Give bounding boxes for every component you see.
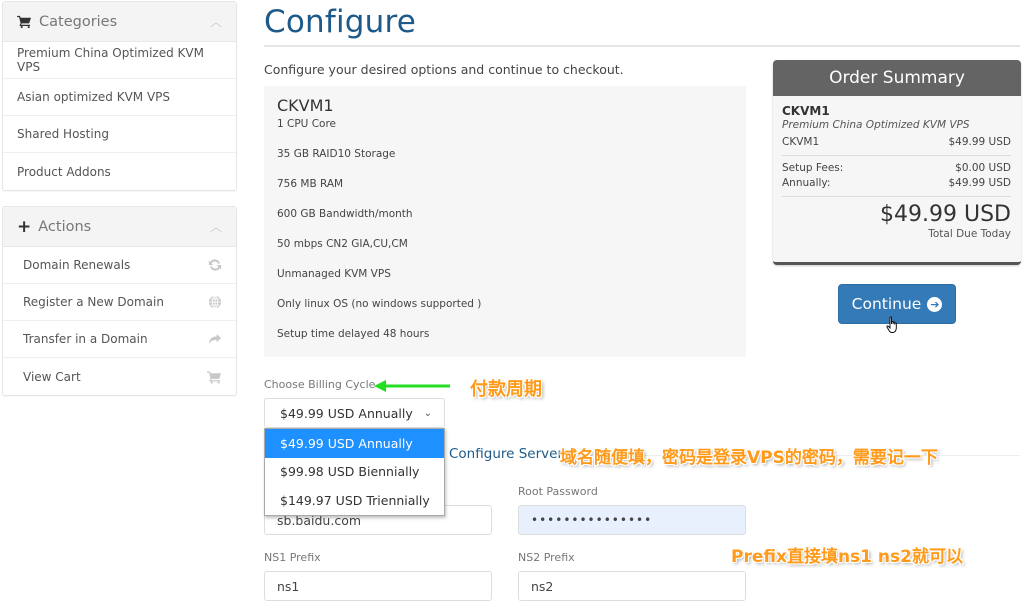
actions-panel: + Actions ︿ Domain Renewals Register a N… [2, 206, 237, 396]
chevron-down-icon: ⌄ [423, 407, 432, 419]
page-title: Configure [264, 4, 417, 40]
summary-product-group: Premium China Optimized KVM VPS [782, 119, 970, 131]
sidebar-item-label: Asian optimized KVM VPS [17, 90, 171, 104]
summary-setup-fees: Setup Fees: $0.00 USD [782, 161, 1011, 176]
chevron-up-icon[interactable]: ︿ [210, 13, 222, 30]
sidebar-item-transfer-domain[interactable]: Transfer in a Domain [3, 321, 236, 358]
billing-option-triennially[interactable]: $149.97 USD Triennially [265, 486, 444, 515]
ns1-prefix-value: ns1 [277, 578, 300, 594]
billing-cycle-selected-value: $49.99 USD Annually [280, 405, 413, 421]
annotation-server-note: 域名随便填，密码是登录VPS的密码，需要记一下 [560, 448, 938, 468]
sidebar-item-label: Shared Hosting [17, 127, 109, 141]
cycle-label: Annually: [782, 177, 831, 189]
arrow-circle-right-icon: ➔ [927, 296, 943, 312]
sidebar-item-label: Product Addons [17, 164, 111, 179]
product-feature: 756 MB RAM [277, 178, 344, 190]
billing-cycle-label: Choose Billing Cycle [264, 378, 376, 391]
root-password-value: ••••••••••••••• [531, 513, 653, 527]
product-info-box: CKVM1 1 CPU Core 35 GB RAID10 Storage 75… [264, 86, 746, 357]
sidebar-item-view-cart[interactable]: View Cart [3, 358, 236, 395]
shopping-cart-icon [17, 15, 32, 28]
sidebar-item-label: Register a New Domain [23, 295, 164, 309]
chevron-up-icon[interactable]: ︿ [210, 218, 222, 235]
line-item-label: CKVM1 [782, 136, 820, 148]
billing-option-biennially[interactable]: $99.98 USD Biennially [265, 458, 444, 487]
product-feature: Setup time delayed 48 hours [277, 328, 430, 340]
hand-pointer-cursor-icon [886, 316, 900, 337]
summary-total: $49.99 USD [880, 202, 1011, 227]
sidebar-item-label: Transfer in a Domain [23, 332, 148, 346]
billing-cycle-select[interactable]: $49.99 USD Annually ⌄ [264, 398, 445, 428]
setup-fees-label: Setup Fees: [782, 162, 844, 174]
annotation-billing-note: 付款周期 [470, 379, 542, 400]
annotation-prefix-note: Prefix直接填ns1 ns2就可以 [731, 547, 963, 567]
globe-icon [208, 295, 222, 309]
actions-title: Actions [38, 218, 92, 235]
summary-divider [782, 155, 1011, 156]
categories-title: Categories [39, 13, 118, 30]
share-arrow-icon [208, 333, 222, 345]
ns1-prefix-input[interactable]: ns1 [264, 571, 492, 601]
order-summary: Order Summary CKVM1 Premium China Optimi… [773, 60, 1021, 265]
sidebar-item-label: View Cart [23, 369, 81, 384]
sidebar-item-product-addons[interactable]: Product Addons [3, 153, 236, 190]
setup-fees-value: $0.00 USD [955, 162, 1011, 174]
summary-product-name: CKVM1 [782, 104, 830, 118]
continue-label: Continue [851, 295, 922, 313]
annotation-arrow-icon [374, 380, 450, 392]
intro-text: Configure your desired options and conti… [264, 62, 624, 77]
ns2-prefix-input[interactable]: ns2 [518, 571, 746, 601]
ns2-prefix-value: ns2 [531, 578, 554, 594]
configure-server-title: Configure Server [449, 446, 563, 462]
root-password-input[interactable]: ••••••••••••••• [518, 505, 746, 535]
product-feature: 50 mbps CN2 GIA,CU,CM [277, 238, 408, 250]
ns1-prefix-label: NS1 Prefix [264, 551, 321, 564]
product-feature: 600 GB Bandwidth/month [277, 208, 413, 220]
sidebar-item-premium-china-kvm[interactable]: Premium China Optimized KVM VPS [3, 42, 236, 79]
summary-line-item: CKVM1 $49.99 USD [782, 135, 1011, 150]
shopping-cart-icon [207, 370, 222, 384]
product-feature: 1 CPU Core [277, 118, 337, 130]
categories-panel-header[interactable]: Categories ︿ [3, 2, 236, 42]
sidebar-item-shared-hosting[interactable]: Shared Hosting [3, 116, 236, 153]
product-feature: Unmanaged KVM VPS [277, 268, 391, 280]
summary-total-caption: Total Due Today [928, 228, 1011, 240]
sidebar-item-asian-kvm[interactable]: Asian optimized KVM VPS [3, 79, 236, 116]
sidebar-item-domain-renewals[interactable]: Domain Renewals [3, 247, 236, 284]
root-password-label: Root Password [518, 485, 598, 498]
ns2-prefix-label: NS2 Prefix [518, 551, 575, 564]
categories-panel: Categories ︿ Premium China Optimized KVM… [2, 1, 237, 191]
product-name: CKVM1 [277, 96, 334, 115]
billing-option-annually[interactable]: $49.99 USD Annually [265, 429, 444, 458]
product-feature: 35 GB RAID10 Storage [277, 148, 396, 160]
sidebar-item-label: Premium China Optimized KVM VPS [17, 46, 204, 74]
summary-billing-cycle: Annually: $49.99 USD [782, 176, 1011, 191]
plus-icon: + [17, 216, 32, 237]
title-divider [264, 45, 1020, 47]
actions-panel-header[interactable]: + Actions ︿ [3, 207, 236, 247]
line-item-price: $49.99 USD [948, 136, 1011, 148]
product-feature: Only linux OS (no windows supported ) [277, 298, 482, 310]
order-summary-title: Order Summary [773, 60, 1021, 96]
sidebar-item-label: Domain Renewals [23, 258, 131, 272]
refresh-icon [208, 258, 222, 272]
sidebar-item-register-domain[interactable]: Register a New Domain [3, 284, 236, 321]
cycle-value: $49.99 USD [948, 177, 1011, 189]
summary-divider [782, 196, 1011, 197]
billing-cycle-dropdown: $49.99 USD Annually $99.98 USD Bienniall… [264, 428, 445, 516]
